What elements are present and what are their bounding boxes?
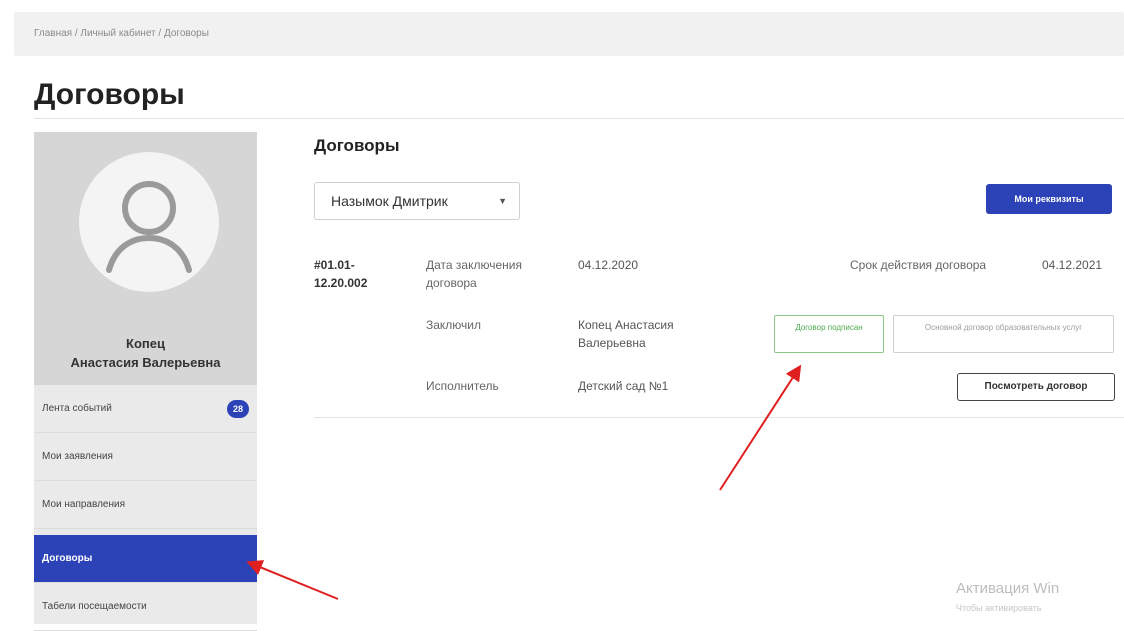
status-badge-contract-type: Основной договор образовательных услуг	[893, 315, 1114, 353]
contract-number: #01.01-12.20.002	[314, 258, 368, 290]
annotation-arrow-icon	[246, 560, 339, 600]
validity-label: Срок действия договора	[850, 258, 987, 272]
avatar	[79, 152, 219, 292]
validity-value: 04.12.2021	[1042, 258, 1103, 272]
row-divider	[314, 417, 1124, 418]
child-select[interactable]: Назымок Дмитрик ▼	[314, 182, 520, 220]
sidebar-item-label: Табели посещаемости	[42, 601, 147, 612]
executor-label: Исполнитель	[426, 379, 499, 393]
sidebar-item-contracts[interactable]: Договоры	[34, 535, 257, 583]
date-value: 04.12.2020	[578, 258, 639, 272]
breadcrumb-bar: Главная / Личный кабинет / Договоры	[14, 12, 1124, 56]
sidebar-item-label: Лента событий	[42, 403, 112, 414]
user-icon	[106, 181, 192, 273]
my-requisites-button[interactable]: Мои реквизиты	[986, 184, 1112, 214]
sidebar-item-label: Мои заявления	[42, 451, 113, 462]
page-title: Договоры	[34, 78, 185, 111]
date-label: Дата заключения договора	[426, 258, 522, 290]
child-select-value: Назымок Дмитрик	[331, 193, 448, 209]
profile-card: Копец Анастасия Валерьевна	[34, 132, 257, 385]
sidebar-item-directions[interactable]: Мои направления	[34, 481, 257, 529]
sidebar-item-applications[interactable]: Мои заявления	[34, 433, 257, 481]
concluded-value: Копец Анастасия Валерьевна	[578, 318, 674, 350]
section-title: Договоры	[314, 136, 400, 155]
user-name-line1: Копец	[126, 336, 165, 351]
activation-watermark-title: Активация Win	[956, 580, 1060, 597]
status-badge-signed: Договор подписан	[774, 315, 884, 353]
executor-value: Детский сад №1	[578, 379, 669, 393]
sidebar-item-label: Договоры	[42, 553, 93, 564]
annotation-arrow-icon	[719, 364, 802, 491]
sidebar-item-label: Мои направления	[42, 499, 125, 510]
sidebar-item-events[interactable]: Лента событий 28	[34, 385, 257, 433]
top-bar: Главная / Личный кабинет / Договоры	[0, 0, 1124, 64]
events-count-badge: 28	[227, 400, 249, 418]
user-name-line2: Анастасия Валерьевна	[70, 355, 221, 370]
title-divider	[34, 118, 1124, 119]
chevron-down-icon: ▼	[498, 196, 507, 206]
sidebar: Копец Анастасия Валерьевна Лента событий…	[34, 132, 257, 631]
concluded-label: Заключил	[426, 318, 482, 332]
user-name: Копец Анастасия Валерьевна	[34, 334, 257, 372]
activation-watermark-subtitle: Чтобы активировать	[956, 603, 1042, 613]
breadcrumb[interactable]: Главная / Личный кабинет / Договоры	[34, 28, 209, 39]
view-contract-button[interactable]: Посмотреть договор	[957, 373, 1115, 401]
